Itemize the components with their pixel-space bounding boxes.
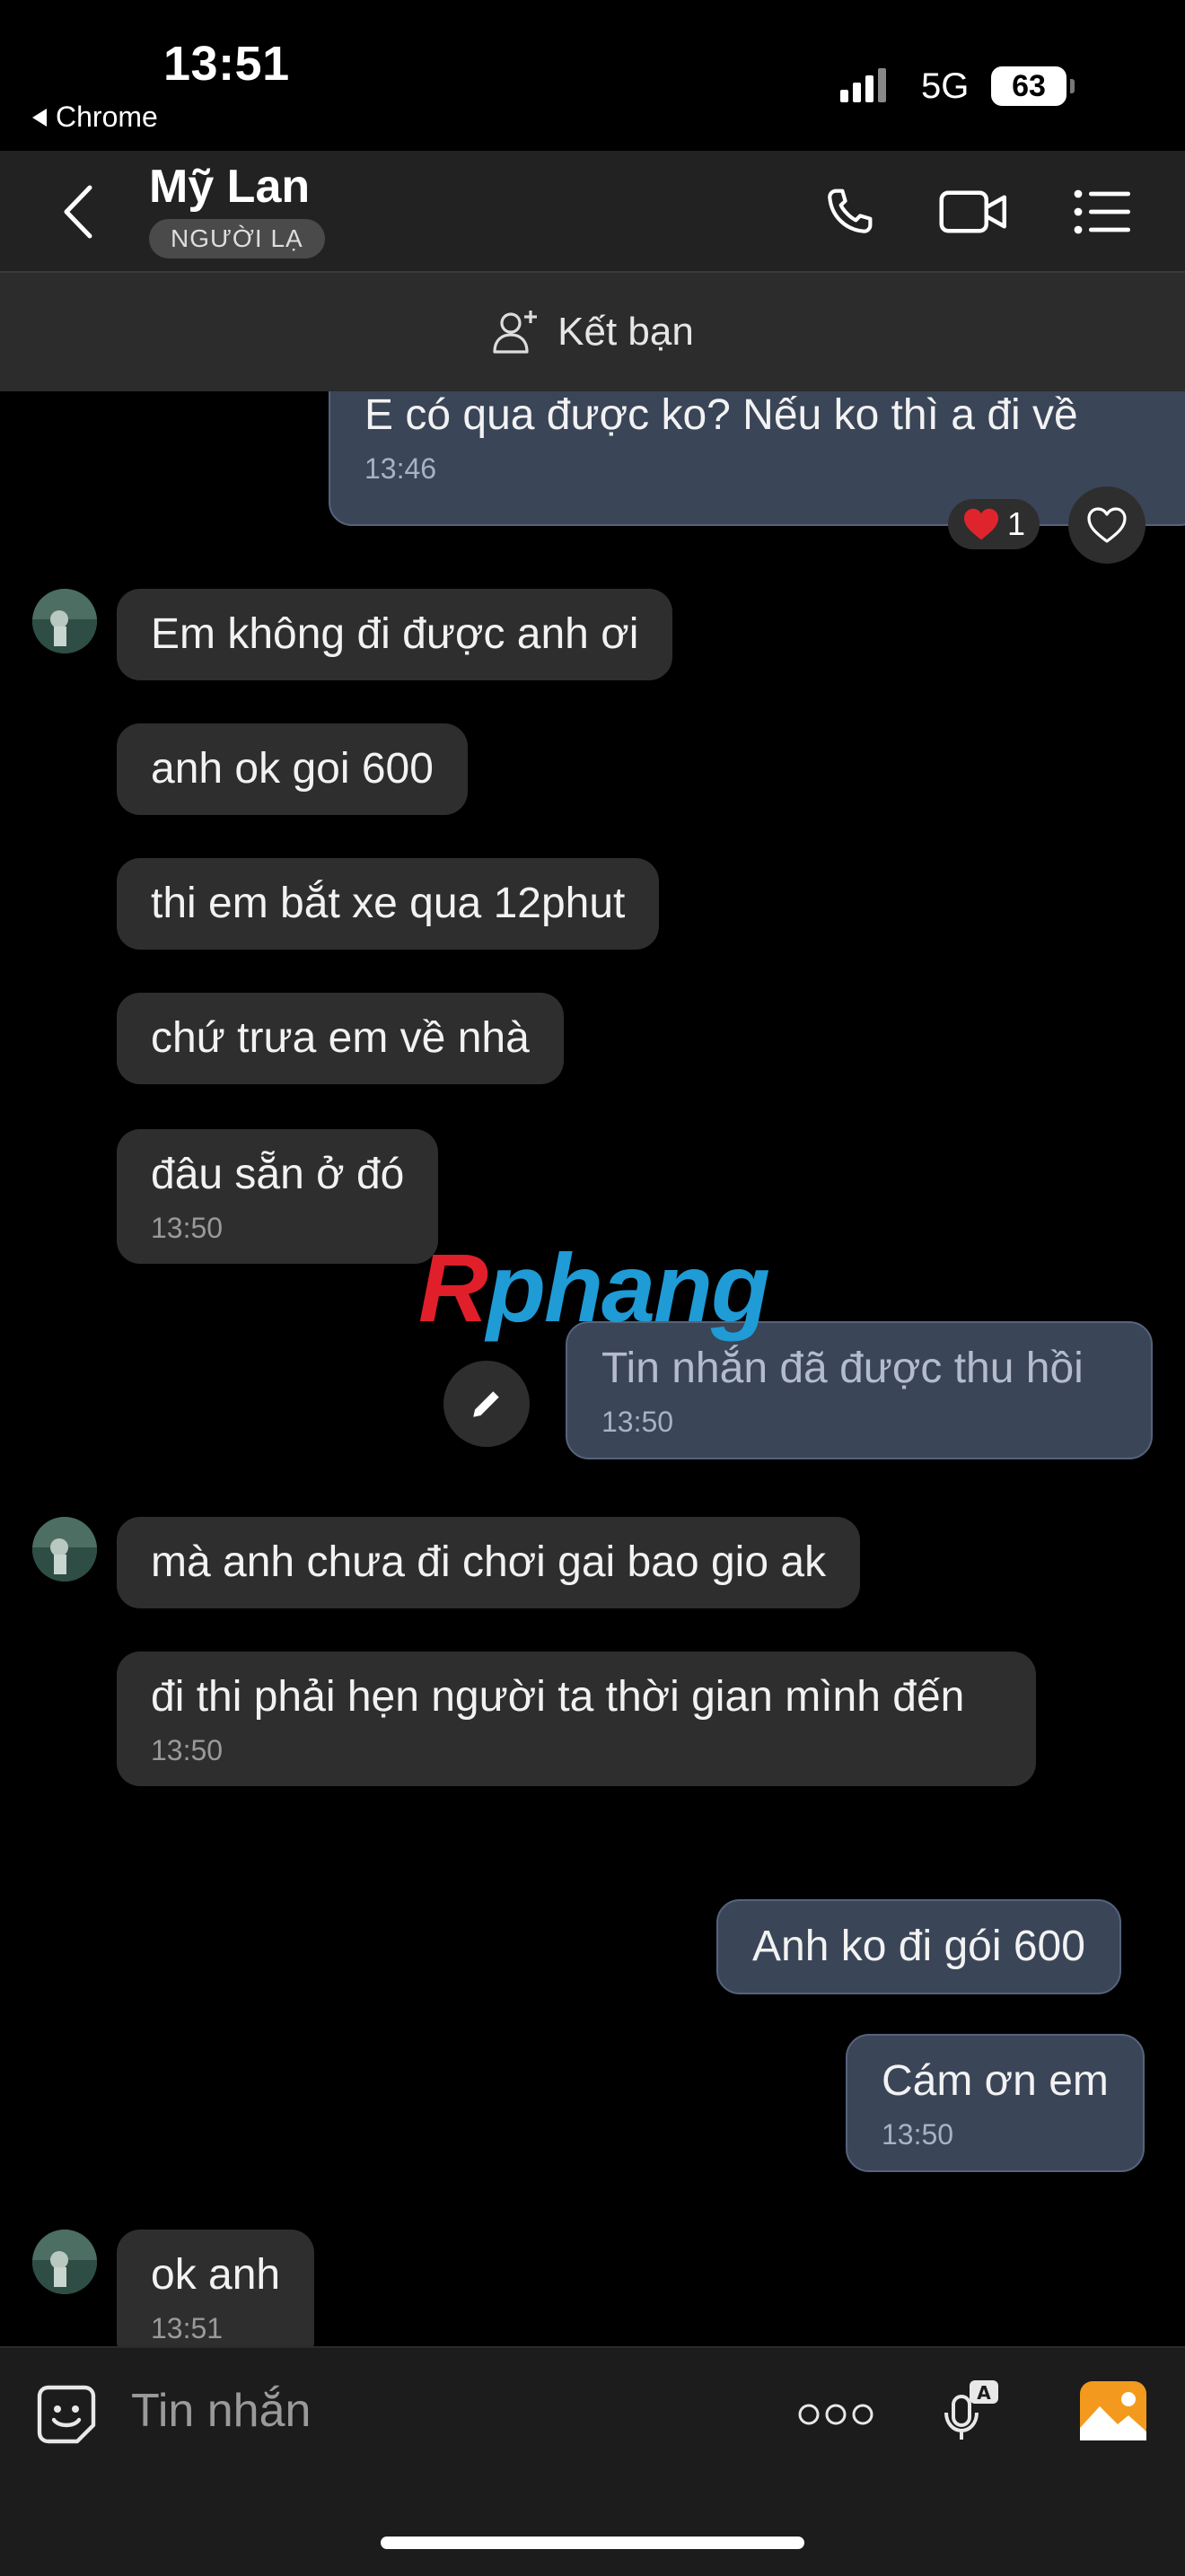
emoji-sticker-icon [37, 2385, 96, 2444]
battery-level: 63 [1012, 68, 1046, 103]
watermark-logo: Rphang [418, 1231, 770, 1344]
video-call-button[interactable] [937, 178, 1011, 246]
stranger-badge: NGƯỜI LẠ [149, 219, 325, 258]
message-time: 13:46 [364, 452, 437, 485]
pencil-icon [473, 1391, 499, 1417]
reaction-badge[interactable]: 1 [948, 499, 1040, 549]
message-text: Tin nhắn đã được thu hồi [601, 1345, 1084, 1392]
react-heart-button[interactable] [1068, 486, 1146, 564]
menu-list-icon [1074, 189, 1130, 234]
back-button[interactable] [50, 176, 108, 248]
more-options-button[interactable] [795, 2388, 876, 2441]
battery-icon: 63 [991, 66, 1066, 106]
battery-nub [1070, 79, 1075, 93]
contact-avatar[interactable] [32, 589, 97, 653]
gallery-button[interactable] [1077, 2377, 1149, 2445]
home-indicator [381, 2537, 804, 2549]
video-call-icon [939, 190, 1006, 233]
message-bubble-incoming[interactable]: anh ok goi 600 [117, 723, 468, 815]
message-bubble-incoming[interactable]: Em không đi được anh ơi [117, 589, 673, 680]
message-time: 13:50 [882, 2118, 954, 2151]
chat-options-button[interactable] [1068, 178, 1137, 246]
message-bubble-incoming[interactable]: thi em bắt xe qua 12phut [117, 858, 660, 950]
message-text: ok anh [151, 2251, 281, 2299]
message-text: đi thi phải hẹn người ta thời gian mình … [151, 1673, 965, 1721]
heart-reaction-icon [964, 508, 998, 540]
back-icon [64, 185, 92, 239]
reaction-count: 1 [1007, 505, 1026, 542]
message-text: thi em bắt xe qua 12phut [151, 880, 626, 927]
voice-to-text-button[interactable]: A [937, 2377, 1005, 2445]
phone-icon [828, 188, 873, 233]
avatar-image [32, 2230, 97, 2294]
watermark-r: R [418, 1233, 488, 1342]
svg-text:A: A [977, 2382, 991, 2404]
message-text: anh ok goi 600 [151, 745, 434, 793]
contact-avatar[interactable] [32, 2230, 97, 2294]
add-friend-icon [493, 311, 538, 354]
watermark-rest: phang [487, 1233, 770, 1342]
message-time: 13:51 [151, 2312, 224, 2344]
message-text: Em không đi được anh ơi [151, 610, 639, 658]
message-text: E có qua được ko? Nếu ko thì a đi về [364, 391, 1078, 439]
message-text: chứ trưa em về nhà [151, 1014, 530, 1062]
image-gallery-icon [1080, 2381, 1146, 2440]
message-time: 13:50 [151, 1212, 224, 1244]
message-list[interactable]: E có qua được ko? Nếu ko thì a đi về 13:… [0, 391, 1185, 2346]
message-bubble-incoming[interactable]: chứ trưa em về nhà [117, 993, 564, 1084]
back-app-label: Chrome [56, 101, 158, 133]
back-to-app-link[interactable]: Chrome [32, 101, 158, 134]
add-friend-bar[interactable]: Kết bạn [0, 273, 1185, 391]
voice-to-text-icon: A [944, 2380, 998, 2440]
sticker-button[interactable] [31, 2379, 102, 2450]
add-friend-label: Kết bạn [557, 310, 694, 354]
message-time: 13:50 [601, 1406, 674, 1438]
message-text: Anh ko đi gói 600 [752, 1923, 1085, 1970]
heart-outline-icon [1087, 507, 1127, 543]
message-bubble-incoming[interactable]: ok anh 13:51 [117, 2230, 315, 2346]
cellular-signal-icon [840, 68, 886, 102]
edit-button[interactable] [443, 1361, 530, 1447]
contact-name[interactable]: Mỹ Lan [149, 160, 310, 214]
message-bubble-outgoing[interactable]: Cám ơn em 13:50 [846, 2034, 1145, 2172]
message-text: mà anh chưa đi chơi gai bao gio ak [151, 1538, 827, 1586]
back-triangle-icon [32, 108, 47, 127]
message-time: 13:50 [151, 1734, 224, 1766]
message-bubble-incoming[interactable]: mà anh chưa đi chơi gai bao gio ak [117, 1517, 861, 1608]
more-dots-icon [798, 2404, 873, 2425]
message-bubble-outgoing[interactable]: E có qua được ko? Nếu ko thì a đi về 13:… [329, 391, 1185, 526]
message-input[interactable]: Tin nhắn [131, 2384, 311, 2438]
status-time: 13:51 [163, 37, 290, 91]
contact-avatar[interactable] [32, 1517, 97, 1582]
message-bubble-outgoing[interactable]: Anh ko đi gói 600 [716, 1899, 1121, 1994]
avatar-image [32, 1517, 97, 1582]
message-bubble-incoming[interactable]: đi thi phải hẹn người ta thời gian mình … [117, 1652, 1036, 1786]
avatar-image [32, 589, 97, 653]
message-text: Cám ơn em [882, 2057, 1109, 2105]
message-bubble-incoming[interactable]: đâu sẵn ở đó 13:50 [117, 1129, 439, 1264]
message-text: đâu sẵn ở đó [151, 1151, 405, 1198]
voice-call-button[interactable] [813, 178, 885, 246]
network-type: 5G [921, 66, 970, 106]
